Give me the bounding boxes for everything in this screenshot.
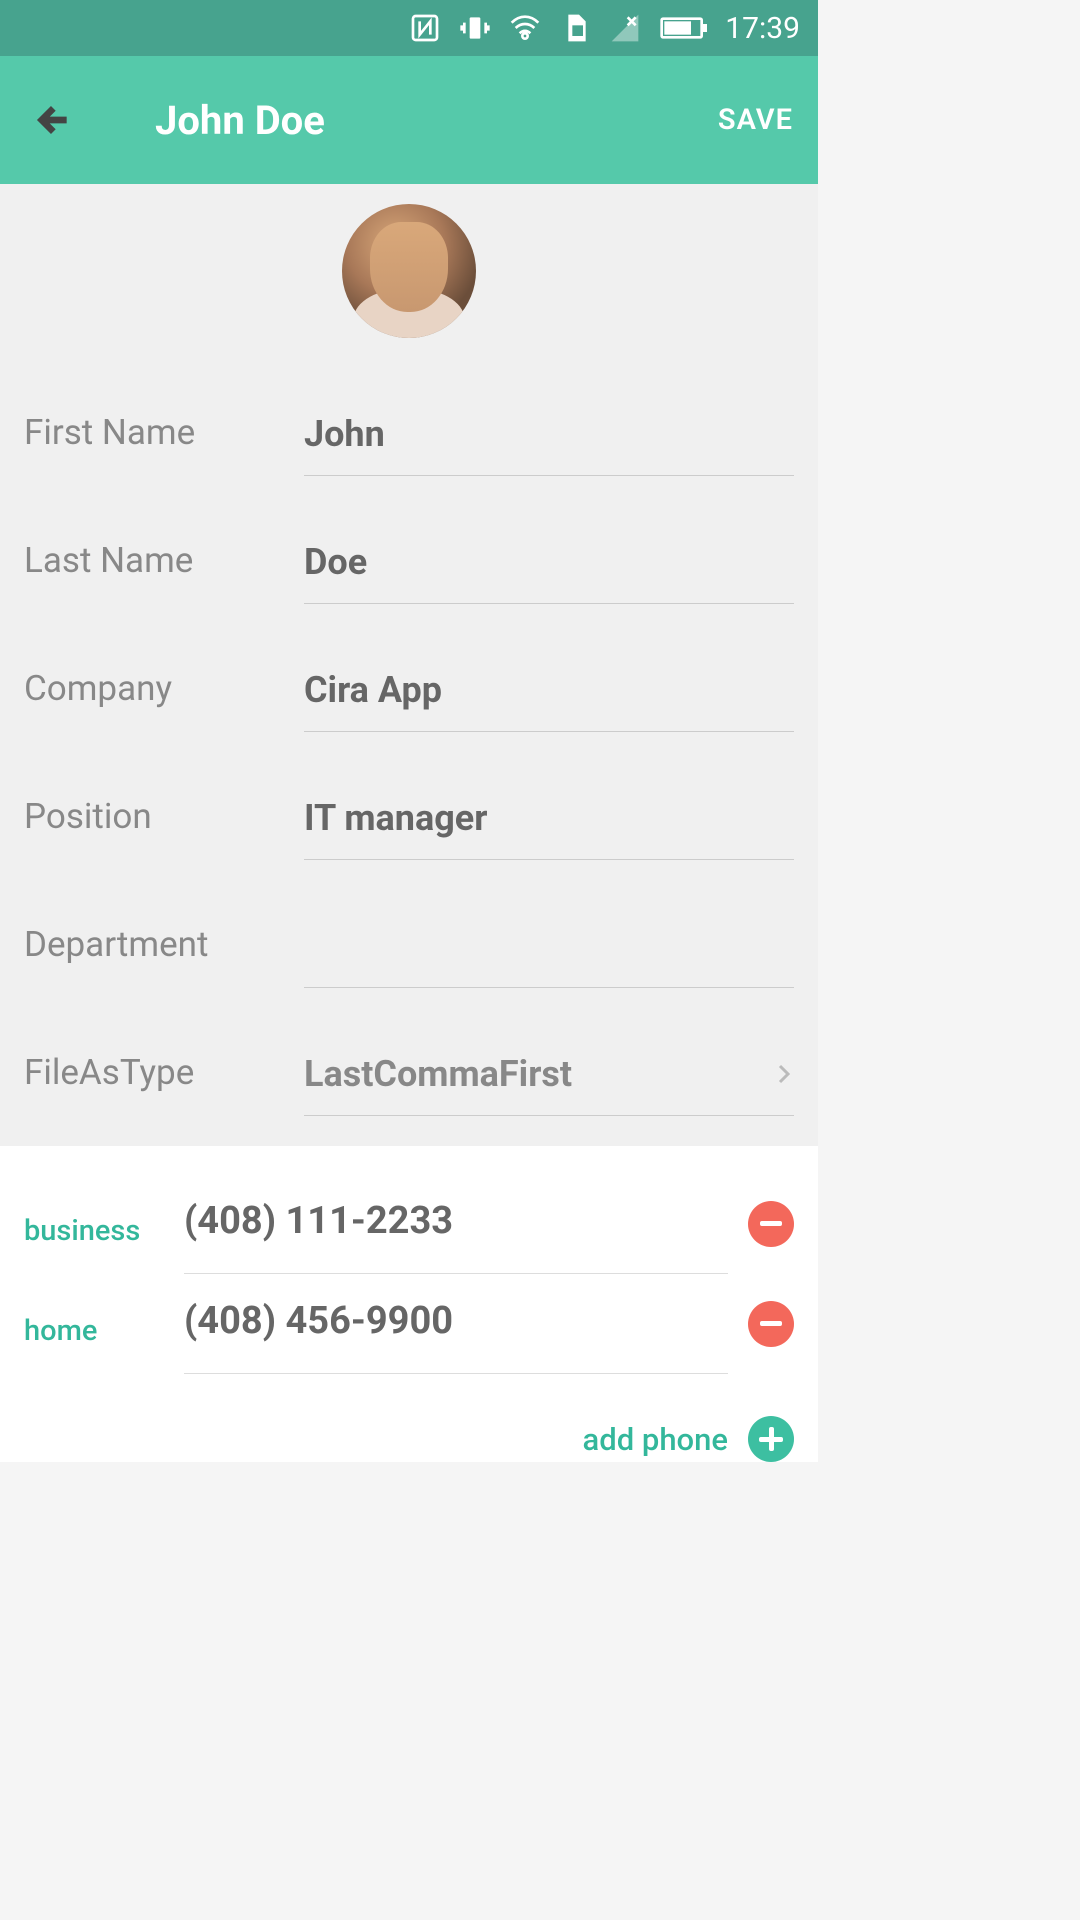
- signal-no-icon: [609, 12, 641, 44]
- file-as-value: LastCommaFirst: [304, 1053, 572, 1095]
- status-icons: 17:39: [409, 11, 800, 46]
- department-label: Department: [24, 924, 304, 965]
- first-name-input[interactable]: [304, 413, 794, 455]
- nfc-icon: [409, 12, 441, 44]
- first-name-label: First Name: [24, 412, 304, 453]
- phone-row-business: business (408) 111-2233: [0, 1176, 818, 1276]
- avatar[interactable]: [342, 204, 476, 338]
- last-name-row: Last Name: [0, 496, 818, 624]
- status-bar: 17:39: [0, 0, 818, 56]
- department-input[interactable]: [304, 925, 794, 967]
- phone-section: business (408) 111-2233 home (408) 456-9…: [0, 1146, 818, 1462]
- phone-number-input[interactable]: (408) 456-9900: [184, 1299, 728, 1343]
- last-name-input[interactable]: [304, 541, 794, 583]
- battery-icon: [659, 12, 707, 44]
- form-section: First Name Last Name Company Position De…: [0, 368, 818, 1146]
- minus-icon: [760, 1321, 782, 1326]
- phone-number-input[interactable]: (408) 111-2233: [184, 1199, 728, 1243]
- save-button[interactable]: SAVE: [713, 93, 798, 147]
- position-input[interactable]: [304, 797, 794, 839]
- company-input[interactable]: [304, 669, 794, 711]
- add-phone-label[interactable]: add phone: [583, 1421, 728, 1458]
- remove-phone-button[interactable]: [748, 1301, 794, 1347]
- clock-text: 17:39: [725, 11, 800, 46]
- page-title: John Doe: [155, 97, 713, 144]
- phone-row-home: home (408) 456-9900: [0, 1276, 818, 1376]
- file-as-row: FileAsType LastCommaFirst: [0, 1008, 818, 1136]
- phone-type-label[interactable]: home: [24, 1314, 184, 1348]
- company-row: Company: [0, 624, 818, 752]
- phone-type-label[interactable]: business: [24, 1214, 184, 1248]
- department-row: Department: [0, 880, 818, 1008]
- back-button[interactable]: [35, 100, 75, 140]
- wifi-icon: [509, 12, 541, 44]
- last-name-label: Last Name: [24, 540, 304, 581]
- company-label: Company: [24, 668, 304, 709]
- remove-phone-button[interactable]: [748, 1201, 794, 1247]
- file-as-select[interactable]: LastCommaFirst: [304, 1028, 794, 1116]
- add-phone-button[interactable]: [748, 1416, 794, 1462]
- first-name-row: First Name: [0, 368, 818, 496]
- sim-icon: [559, 12, 591, 44]
- position-label: Position: [24, 796, 304, 837]
- minus-icon: [760, 1221, 782, 1226]
- position-row: Position: [0, 752, 818, 880]
- vibrate-icon: [459, 12, 491, 44]
- app-bar: John Doe SAVE: [0, 56, 818, 184]
- file-as-label: FileAsType: [24, 1052, 304, 1093]
- avatar-section: [0, 184, 818, 368]
- chevron-right-icon: [774, 1064, 794, 1084]
- add-phone-row: add phone: [0, 1376, 818, 1462]
